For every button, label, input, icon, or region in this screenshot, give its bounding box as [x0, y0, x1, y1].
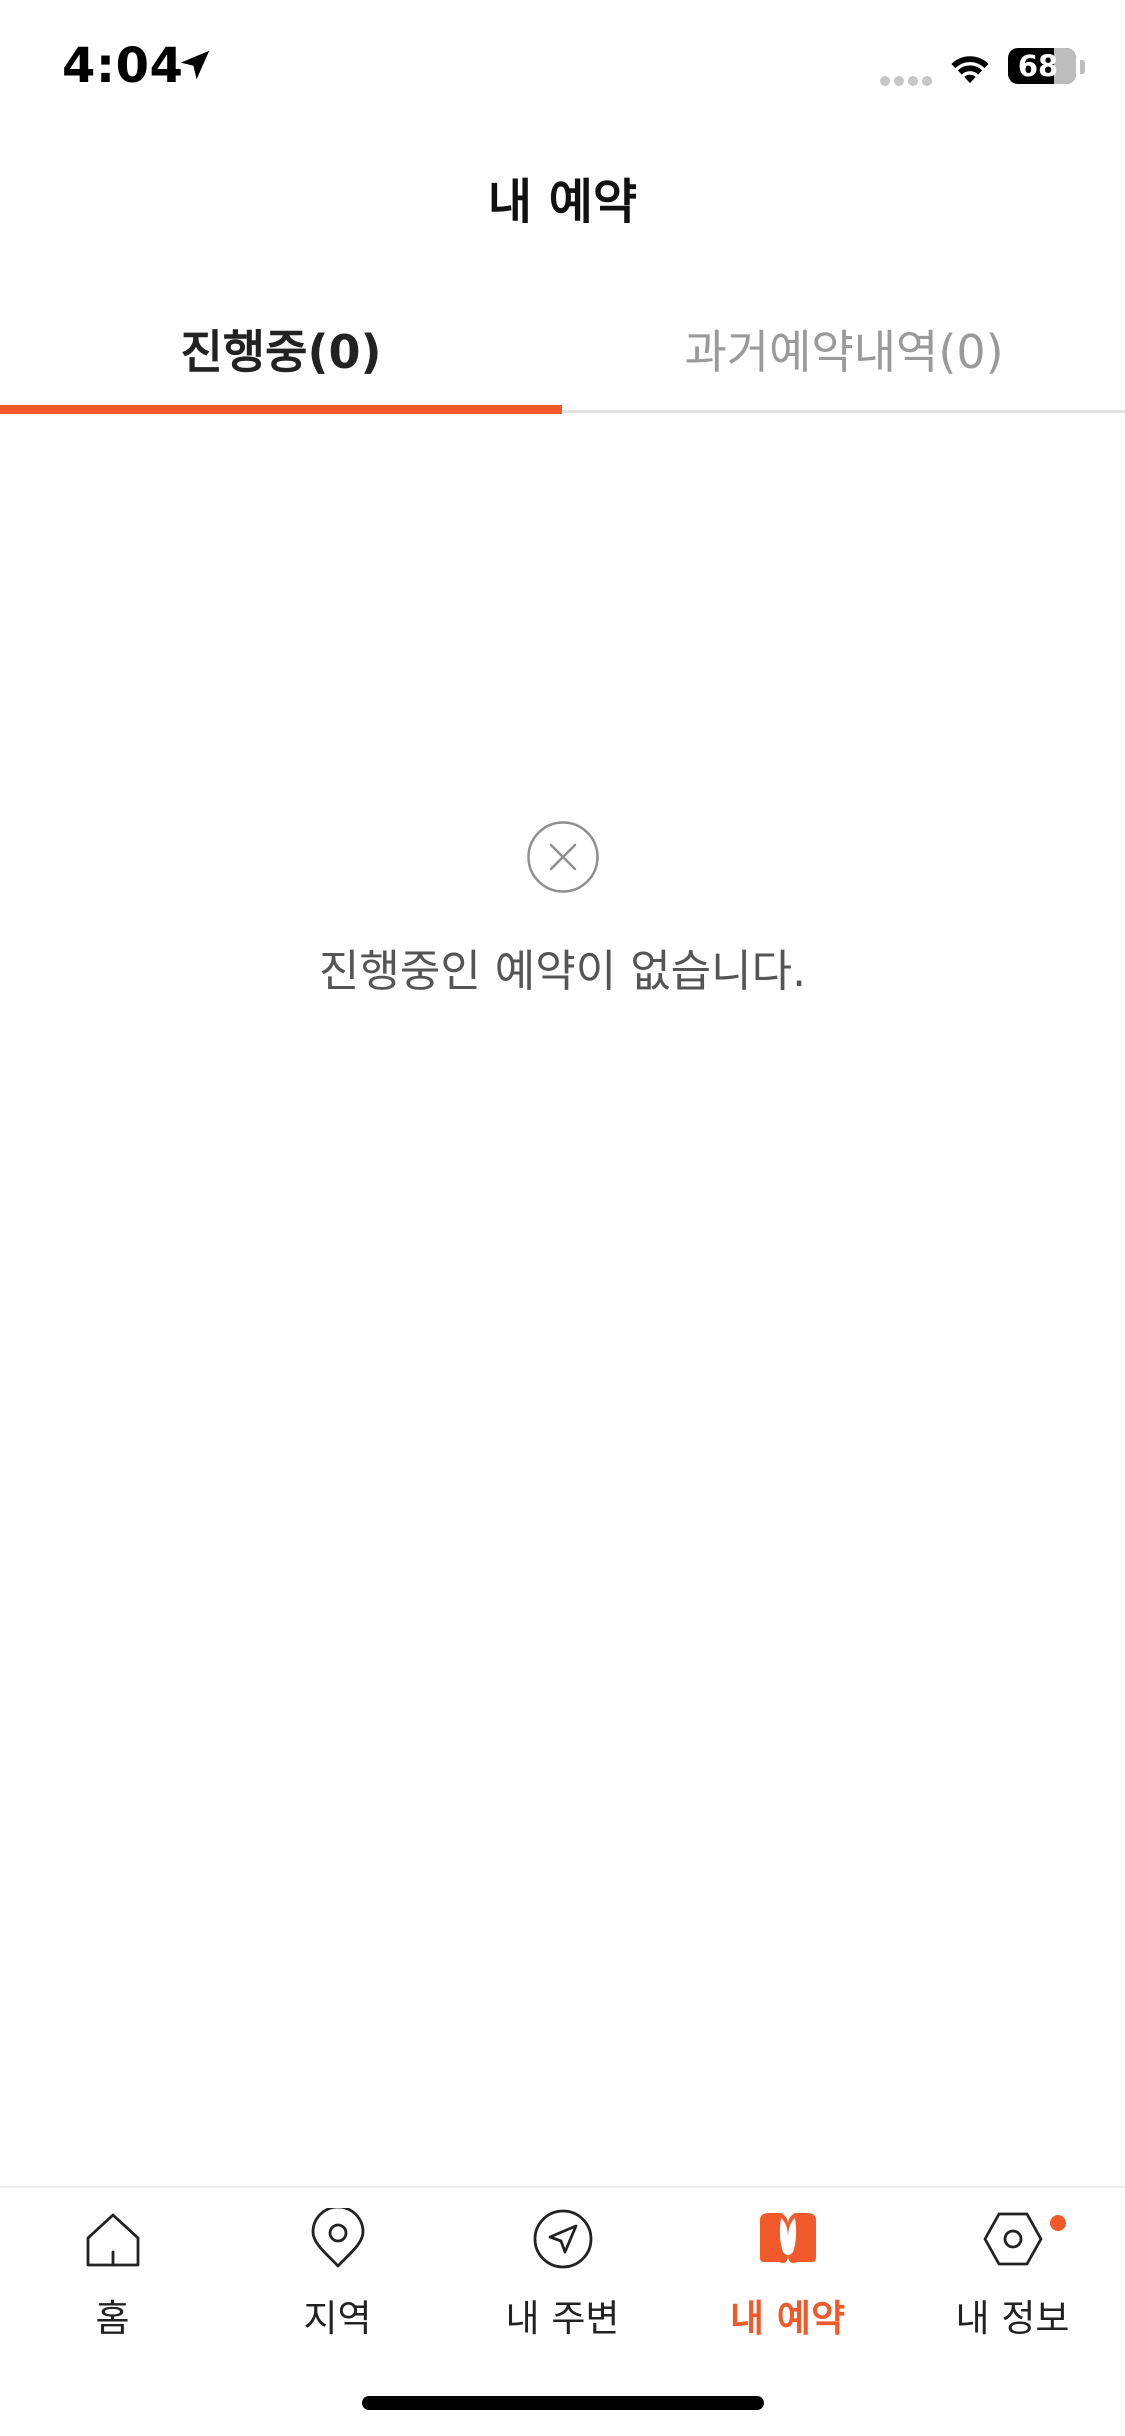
page-title: 내 예약: [487, 174, 638, 230]
battery-percent: 68: [1017, 49, 1059, 83]
tab-in-progress[interactable]: 진행중(0): [0, 285, 562, 413]
wifi-icon: [951, 56, 989, 84]
nav-item-region[interactable]: 지역: [225, 2188, 450, 2348]
home-icon: [86, 2213, 140, 2267]
nav-item-my-info[interactable]: 내 정보: [900, 2188, 1125, 2348]
nav-label-my-reservations: 내 예약: [729, 2297, 845, 2340]
cellular-signal-icon: [880, 71, 936, 86]
status-time: 4:04: [62, 38, 184, 94]
home-indicator: [362, 2396, 764, 2410]
reservation-icon: [760, 2213, 816, 2263]
location-pin-icon: [311, 2208, 365, 2268]
nav-label-my-info: 내 정보: [955, 2297, 1070, 2340]
nav-item-nearby[interactable]: 내 주변: [450, 2188, 675, 2348]
nav-item-home[interactable]: 홈: [0, 2188, 225, 2348]
reservation-tabs: 진행중(0) 과거예약내역(0): [0, 285, 1125, 413]
screen: 4:04 68 내 예약 진행중(0) 과거예약내역(0) 진행중인 예약이 없…: [0, 0, 1125, 2436]
nav-label-region: 지역: [303, 2297, 372, 2340]
navigation-arrow-icon: [533, 2209, 593, 2269]
status-bar: 4:04 68: [0, 0, 1125, 140]
hexagon-profile-icon: [983, 2212, 1043, 2266]
location-arrow-icon: [180, 50, 210, 80]
nav-label-nearby: 내 주변: [505, 2297, 620, 2340]
battery-cap: [1080, 60, 1085, 74]
x-circle-icon: [527, 821, 599, 893]
empty-state-message: 진행중인 예약이 없습니다.: [318, 946, 807, 997]
active-tab-indicator: [0, 405, 562, 414]
tab-past-reservations[interactable]: 과거예약내역(0): [563, 285, 1125, 413]
battery-icon: 68: [1008, 48, 1076, 84]
notification-badge-dot: [1050, 2215, 1066, 2231]
nav-item-my-reservations[interactable]: 내 예약: [675, 2188, 900, 2348]
nav-label-home: 홈: [95, 2297, 130, 2340]
